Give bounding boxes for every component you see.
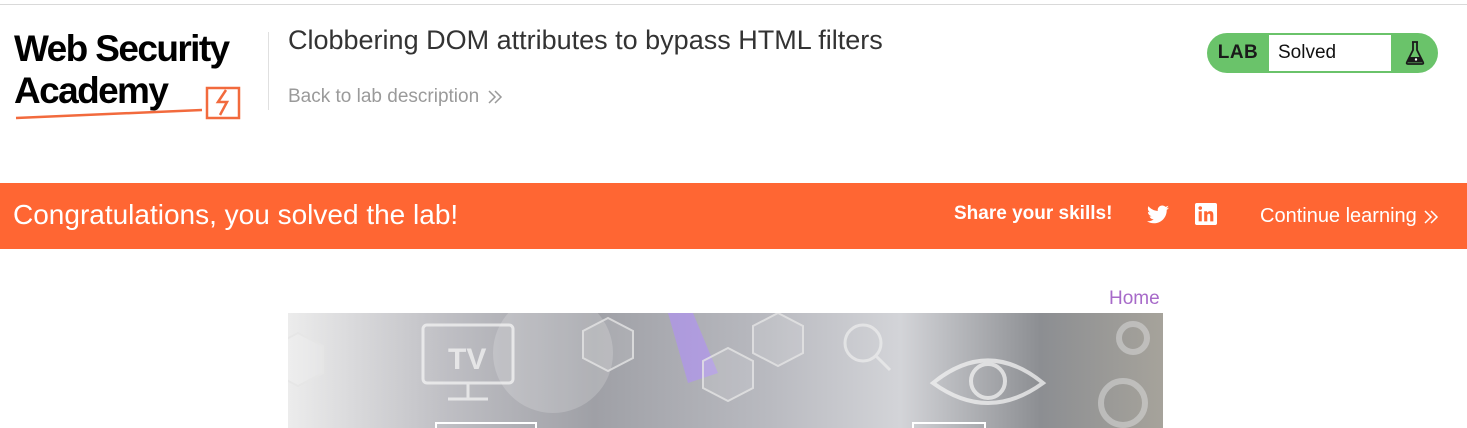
share-your-skills-label: Share your skills! xyxy=(954,203,1113,224)
solved-banner: Congratulations, you solved the lab! Sha… xyxy=(0,183,1467,249)
hero-graphic: TV xyxy=(288,313,1150,428)
header-divider xyxy=(268,32,269,110)
top-rule xyxy=(0,4,1467,5)
hero-tv-label: TV xyxy=(448,343,486,376)
home-link[interactable]: Home xyxy=(1109,288,1160,310)
flask-icon xyxy=(1405,41,1424,65)
lab-title: Clobbering DOM attributes to bypass HTML… xyxy=(288,25,883,55)
twitter-icon[interactable] xyxy=(1145,203,1171,227)
lab-tag: LAB xyxy=(1217,42,1259,63)
back-to-lab-description-link[interactable]: Back to lab description xyxy=(288,86,503,108)
logo-lightning-icon xyxy=(15,86,241,120)
magnifier-icon xyxy=(843,323,892,372)
flask-icon-wrap xyxy=(1391,40,1438,66)
congratulations-message: Congratulations, you solved the lab! xyxy=(13,199,459,230)
logo-line-1: Web Security xyxy=(14,28,230,69)
continue-learning-label: Continue learning xyxy=(1260,205,1417,227)
chevron-double-right-icon xyxy=(1424,209,1438,224)
linkedin-icon[interactable] xyxy=(1195,203,1217,225)
back-link-label: Back to lab description xyxy=(288,86,480,107)
lab-status-value: Solved xyxy=(1269,35,1391,71)
web-security-academy-logo[interactable]: Web Security Academy xyxy=(14,30,264,122)
eye-icon xyxy=(929,358,1047,405)
lab-status-widget: LAB Solved xyxy=(1207,33,1438,73)
blog-hero-image: TV xyxy=(288,313,1163,428)
chevron-double-right-icon xyxy=(488,90,503,104)
continue-learning-link[interactable]: Continue learning xyxy=(1260,205,1439,228)
